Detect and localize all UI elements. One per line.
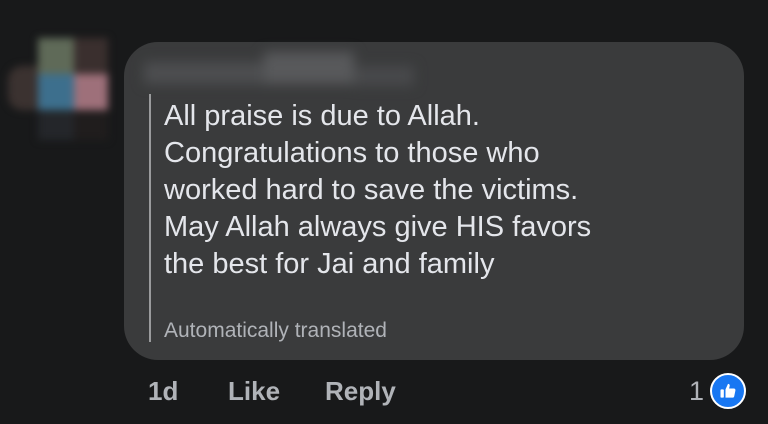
comment-bubble: All praise is due to Allah. Congratulati… <box>124 42 744 360</box>
comment-line: the best for Jai and family <box>164 248 495 280</box>
translation-quote-bar <box>149 94 151 342</box>
comment-thread: All praise is due to Allah. Congratulati… <box>0 0 768 424</box>
comment-line: All praise is due to Allah. <box>164 100 480 132</box>
reaction-count: 1 <box>688 375 704 406</box>
like-button[interactable]: Like <box>228 376 280 407</box>
comment-timestamp[interactable]: 1d <box>148 376 178 407</box>
reaction-summary[interactable]: 1 <box>689 372 746 410</box>
thumbs-up-icon <box>710 373 746 409</box>
avatar[interactable] <box>8 36 112 144</box>
reply-button[interactable]: Reply <box>325 376 396 407</box>
author-name-redacted[interactable] <box>144 52 414 90</box>
comment-line: Congratulations to those who <box>164 137 540 169</box>
translation-note[interactable]: Automatically translated <box>164 319 387 343</box>
comment-text: All praise is due to Allah. Congratulati… <box>164 98 724 283</box>
comment-line: worked hard to save the victims. <box>164 174 579 206</box>
comment-line: May Allah always give HIS favors <box>164 211 592 243</box>
